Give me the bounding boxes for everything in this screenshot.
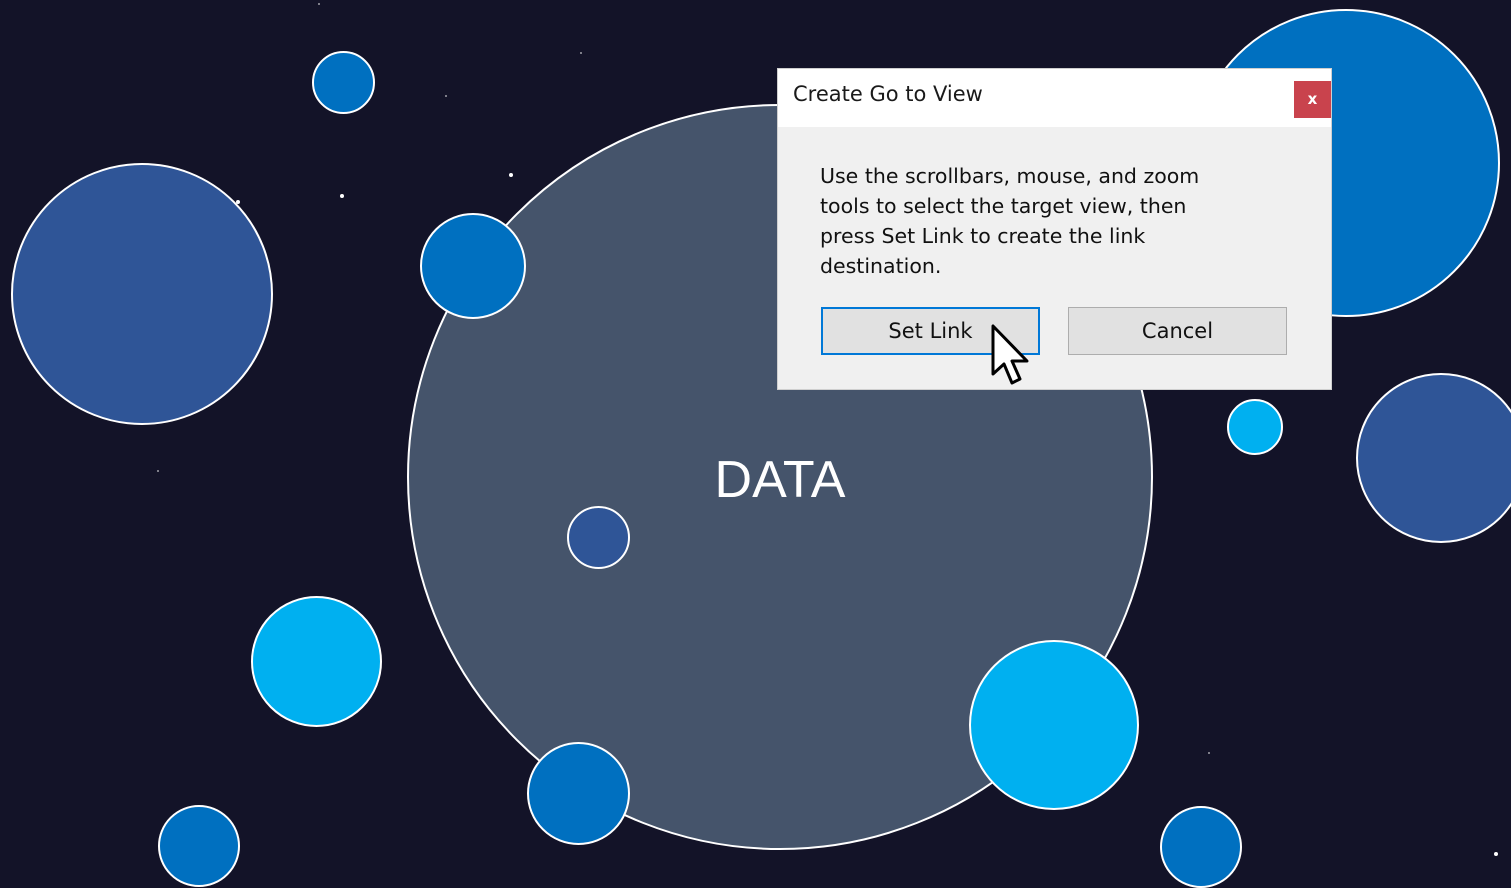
bubble-medium-cyan: [251, 596, 382, 727]
star-dot: [445, 95, 447, 97]
arrow-pointer-icon: [991, 324, 1029, 385]
slide-canvas: DATA Create Go to View x Use the scrollb…: [0, 0, 1511, 888]
create-go-to-view-dialog: Create Go to View x Use the scrollbars, …: [778, 69, 1331, 389]
star-dot: [580, 52, 582, 54]
bubble-small-blue: [158, 805, 240, 887]
star-dot: [157, 470, 159, 472]
dialog-message: Use the scrollbars, mouse, and zoom tool…: [820, 164, 1200, 278]
dialog-titlebar[interactable]: Create Go to View x: [778, 69, 1331, 127]
star-dot: [1494, 852, 1498, 856]
bubble-small-steel: [567, 506, 630, 569]
bubble-small-blue: [1160, 806, 1242, 888]
center-label: DATA: [714, 451, 846, 509]
star-dot: [318, 3, 320, 5]
bubble-small-blue: [312, 51, 375, 114]
bubble-large-steel: [11, 163, 273, 425]
bubble-medium-blue: [420, 213, 526, 319]
bubble-small-cyan: [1227, 399, 1283, 455]
star-dot: [509, 173, 513, 177]
close-button[interactable]: x: [1294, 81, 1331, 118]
star-dot: [340, 194, 344, 198]
star-dot: [1208, 752, 1210, 754]
bubble-large-steel: [1356, 373, 1511, 543]
cancel-button[interactable]: Cancel: [1068, 307, 1287, 355]
bubble-large-cyan: [969, 640, 1139, 810]
dialog-title: Create Go to View: [793, 82, 983, 106]
bubble-medium-blue: [527, 742, 630, 845]
close-icon: x: [1307, 90, 1318, 108]
